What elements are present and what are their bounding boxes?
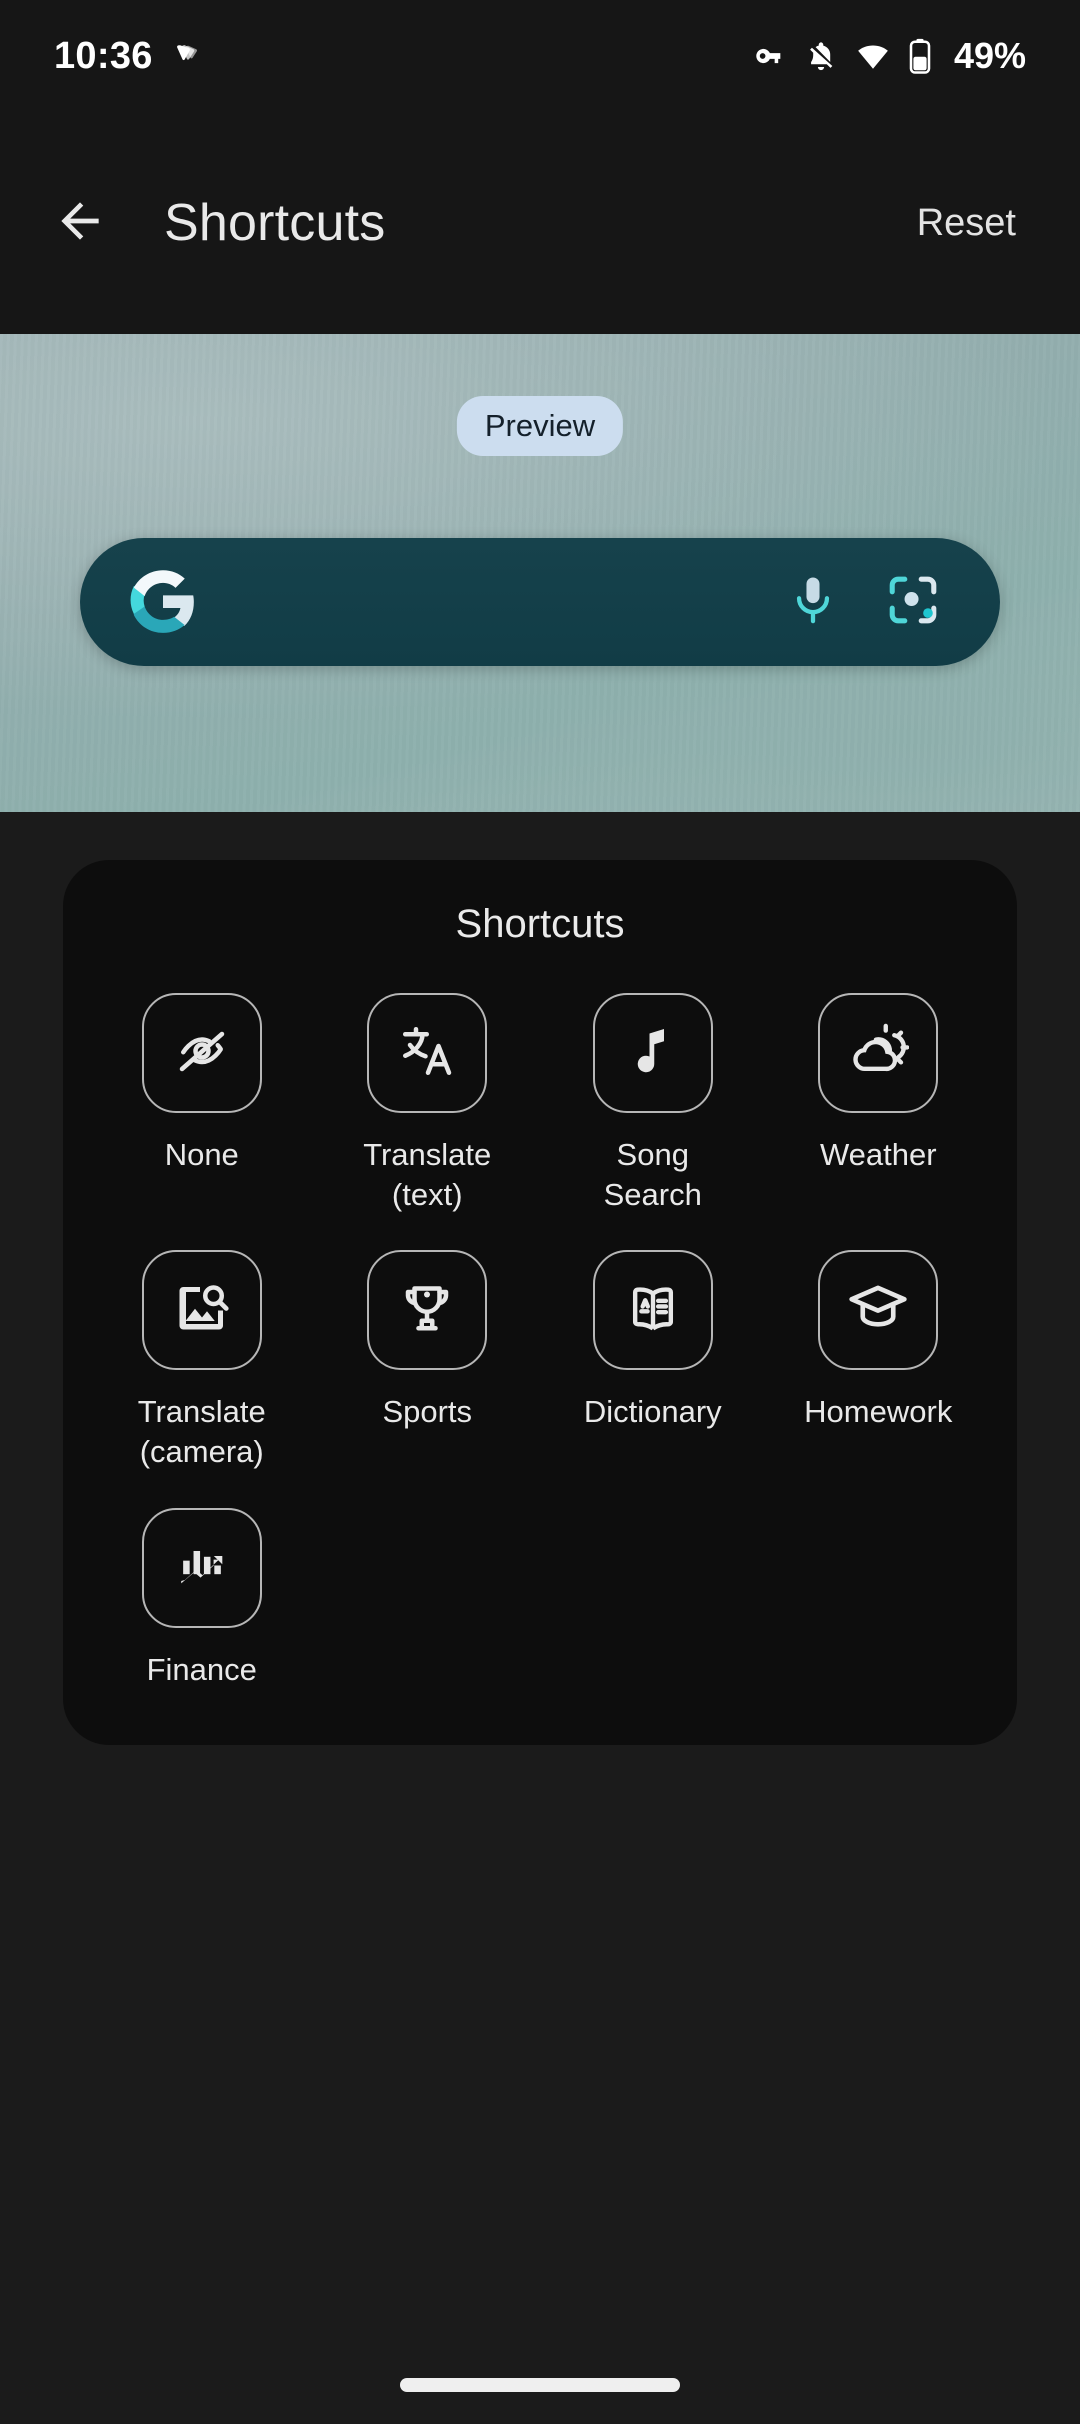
shortcut-icon-box <box>367 1250 488 1371</box>
open-book-icon <box>622 1277 684 1344</box>
shortcut-label: Translate (text) <box>363 1137 492 1212</box>
shortcut-icon-box <box>592 1250 713 1371</box>
shortcut-option-sports[interactable]: Sports <box>315 1250 541 1471</box>
shortcut-label: Weather <box>819 1137 937 1172</box>
shortcut-label: Translate (camera) <box>137 1394 266 1470</box>
widget-preview-area: Preview <box>0 334 1080 812</box>
back-button[interactable] <box>32 175 128 271</box>
shortcut-option-homework[interactable]: Homework <box>766 1250 992 1471</box>
shortcut-option-none[interactable]: None <box>89 993 315 1214</box>
vpn-key-icon <box>752 39 786 73</box>
shortcut-icon-box <box>367 993 488 1113</box>
status-bar-left: 10:36 <box>54 35 201 78</box>
google-g-icon <box>126 565 200 639</box>
battery-icon <box>908 38 932 74</box>
google-search-widget-preview[interactable] <box>80 538 1000 666</box>
graduation-cap-icon <box>847 1277 909 1344</box>
translate-text-icon <box>397 1021 457 1086</box>
page-title: Shortcuts <box>164 194 386 252</box>
shortcut-icon-box <box>141 993 262 1113</box>
battery-percent-label: 49% <box>953 35 1026 76</box>
arrow-back-icon <box>52 193 108 254</box>
shortcut-label: Sports <box>382 1394 473 1430</box>
wifi-icon <box>856 39 890 73</box>
google-lens-icon[interactable] <box>884 571 942 634</box>
shortcut-icon-box <box>818 1250 939 1371</box>
app-bar: Shortcuts Reset <box>0 112 1080 334</box>
shortcut-label: Song Search <box>603 1137 702 1212</box>
stack-of-cards-icon <box>171 41 201 71</box>
shortcut-option-song-search[interactable]: Song Search <box>540 993 766 1214</box>
search-widget-actions <box>786 571 942 634</box>
shortcut-option-weather[interactable]: Weather <box>766 993 992 1214</box>
shortcut-option-dictionary[interactable]: Dictionary <box>540 1250 766 1471</box>
image-search-icon <box>172 1278 232 1343</box>
ringer-muted-icon <box>804 39 838 73</box>
shortcut-label: Homework <box>804 1394 953 1430</box>
shortcut-option-finance[interactable]: Finance <box>89 1507 315 1690</box>
bar-chart-trend-icon <box>173 1536 231 1599</box>
status-bar-clock: 10:36 <box>54 34 153 77</box>
shortcut-option-translate-text[interactable]: Translate (text) <box>315 993 541 1214</box>
shortcut-label: None <box>164 1137 239 1172</box>
shortcut-label: Finance <box>146 1651 257 1687</box>
status-bar: 10:36 49% <box>0 0 1080 112</box>
microphone-icon[interactable] <box>786 573 840 632</box>
trophy-icon <box>397 1278 457 1343</box>
status-bar-right: 49% <box>752 35 1026 77</box>
shortcut-icon-box <box>141 1507 262 1628</box>
shortcut-option-translate-camera[interactable]: Translate (camera) <box>89 1250 315 1471</box>
shortcut-label: Dictionary <box>583 1394 722 1430</box>
music-note-icon <box>623 1021 683 1086</box>
eye-off-icon <box>172 1021 232 1086</box>
partly-cloudy-icon <box>847 1020 910 1087</box>
shortcut-icon-box <box>592 993 713 1113</box>
reset-button[interactable]: Reset <box>909 188 1024 259</box>
shortcuts-grid: None Translate (text) Song Search Weathe… <box>63 993 1017 1689</box>
shortcut-icon-box <box>818 993 939 1113</box>
shortcuts-card-title: Shortcuts <box>455 902 625 946</box>
home-gesture-bar[interactable] <box>400 2378 680 2392</box>
preview-badge: Preview <box>456 396 624 456</box>
shortcuts-card: Shortcuts None Translate (text) Song Sea… <box>63 860 1017 1746</box>
shortcut-icon-box <box>141 1250 262 1371</box>
